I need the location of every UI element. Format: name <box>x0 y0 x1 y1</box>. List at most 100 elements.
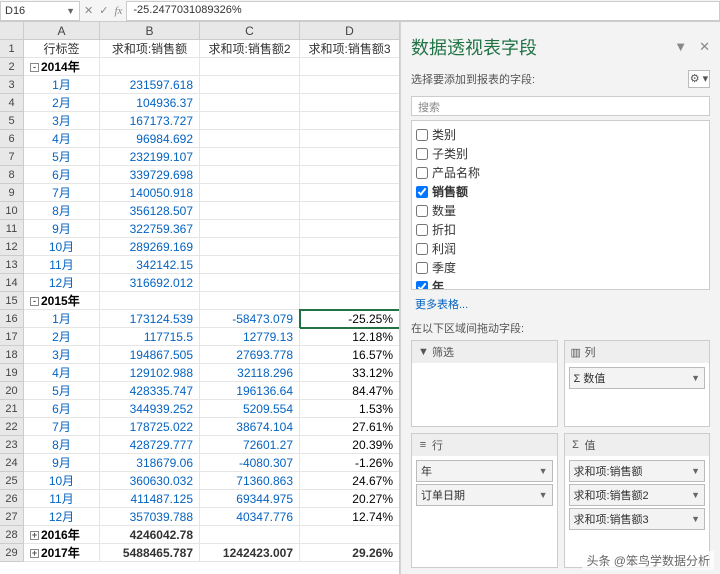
field-checkbox[interactable] <box>416 148 428 160</box>
collapse-icon[interactable]: - <box>30 297 39 306</box>
filter-area[interactable]: ▼筛选 <box>411 340 558 427</box>
row-header[interactable]: 11 <box>0 220 24 238</box>
cell[interactable] <box>200 130 300 148</box>
expand-icon[interactable]: + <box>30 531 39 540</box>
cell[interactable]: 3月 <box>24 112 100 130</box>
cell[interactable]: 5月 <box>24 148 100 166</box>
close-icon[interactable]: ✕ <box>699 39 710 55</box>
row-header[interactable]: 24 <box>0 454 24 472</box>
cell[interactable]: 8月 <box>24 202 100 220</box>
field-checkbox[interactable] <box>416 224 428 236</box>
cell[interactable]: 96984.692 <box>100 130 200 148</box>
row-header[interactable]: 4 <box>0 94 24 112</box>
area-chip[interactable]: 订单日期▼ <box>416 484 553 506</box>
row-header[interactable]: 7 <box>0 148 24 166</box>
cell[interactable]: 231597.618 <box>100 76 200 94</box>
group-row[interactable]: +2016年 <box>24 526 100 544</box>
cell[interactable]: -58473.079 <box>200 310 300 328</box>
cell[interactable]: 360630.032 <box>100 472 200 490</box>
cell[interactable]: 1月 <box>24 76 100 94</box>
cell[interactable]: 428729.777 <box>100 436 200 454</box>
cell[interactable]: 40347.776 <box>200 508 300 526</box>
cell[interactable]: -1.26% <box>300 454 400 472</box>
cell[interactable] <box>300 274 400 292</box>
field-item[interactable]: 数量 <box>414 201 707 220</box>
cell[interactable]: 10月 <box>24 472 100 490</box>
cell[interactable]: 20.27% <box>300 490 400 508</box>
field-item[interactable]: 季度 <box>414 258 707 277</box>
cell[interactable]: 428335.747 <box>100 382 200 400</box>
cell[interactable]: 27693.778 <box>200 346 300 364</box>
values-area[interactable]: Σ值 求和项:销售额▼求和项:销售额2▼求和项:销售额3▼ <box>564 433 711 568</box>
cell[interactable]: 72601.27 <box>200 436 300 454</box>
row-header[interactable]: 9 <box>0 184 24 202</box>
cell[interactable]: 20.39% <box>300 436 400 454</box>
cell[interactable]: 344939.252 <box>100 400 200 418</box>
cell[interactable]: 38674.104 <box>200 418 300 436</box>
cell[interactable]: 178725.022 <box>100 418 200 436</box>
field-item[interactable]: 子类别 <box>414 144 707 163</box>
cell[interactable] <box>200 202 300 220</box>
formula-input[interactable]: -25.2477031089326% <box>126 1 720 21</box>
cell[interactable] <box>200 112 300 130</box>
area-chip[interactable]: 年▼ <box>416 460 553 482</box>
cell[interactable]: 9月 <box>24 454 100 472</box>
cell[interactable]: 1月 <box>24 310 100 328</box>
row-header[interactable]: 25 <box>0 472 24 490</box>
row-header[interactable]: 5 <box>0 112 24 130</box>
spreadsheet[interactable]: ABCD1行标签求和项:销售额求和项:销售额2求和项:销售额32-2014年31… <box>0 22 400 574</box>
cell[interactable] <box>300 292 400 310</box>
row-header[interactable]: 22 <box>0 418 24 436</box>
cell[interactable]: 1242423.007 <box>200 544 300 562</box>
cell[interactable]: 5月 <box>24 382 100 400</box>
field-checkbox[interactable] <box>416 262 428 274</box>
field-checkbox[interactable] <box>416 243 428 255</box>
cell[interactable]: 173124.539 <box>100 310 200 328</box>
cell[interactable]: 11月 <box>24 256 100 274</box>
cell[interactable]: 2月 <box>24 328 100 346</box>
group-row[interactable]: +2017年 <box>24 544 100 562</box>
cell[interactable]: 411487.125 <box>100 490 200 508</box>
chevron-down-icon[interactable]: ▼ <box>691 514 700 524</box>
cell[interactable]: 7月 <box>24 418 100 436</box>
more-tables-link[interactable]: 更多表格... <box>411 294 710 314</box>
cell[interactable] <box>300 256 400 274</box>
chevron-down-icon[interactable]: ▼ <box>691 466 700 476</box>
cell[interactable]: 5488465.787 <box>100 544 200 562</box>
field-item[interactable]: 年 <box>414 277 707 290</box>
cell[interactable]: 316692.012 <box>100 274 200 292</box>
chevron-down-icon[interactable]: ▼ <box>539 466 548 476</box>
cell[interactable] <box>200 166 300 184</box>
cell[interactable] <box>200 220 300 238</box>
cell[interactable]: 342142.15 <box>100 256 200 274</box>
cancel-icon[interactable]: ✕ <box>84 4 93 17</box>
fx-icon[interactable]: fx <box>114 5 122 17</box>
cell[interactable]: 24.67% <box>300 472 400 490</box>
column-header[interactable]: B <box>100 22 200 40</box>
cell[interactable] <box>300 148 400 166</box>
cell[interactable]: 69344.975 <box>200 490 300 508</box>
chevron-down-icon[interactable]: ▼ <box>539 490 548 500</box>
cell[interactable]: 12.74% <box>300 508 400 526</box>
chevron-down-icon[interactable]: ▼ <box>674 39 687 55</box>
search-input[interactable]: 搜索 <box>411 96 710 116</box>
cell[interactable]: 4246042.78 <box>100 526 200 544</box>
cell[interactable]: 8月 <box>24 436 100 454</box>
rows-area[interactable]: ≡行 年▼订单日期▼ <box>411 433 558 568</box>
row-header[interactable]: 20 <box>0 382 24 400</box>
cell[interactable]: 117715.5 <box>100 328 200 346</box>
area-chip[interactable]: 求和项:销售额3▼ <box>569 508 706 530</box>
cell[interactable] <box>300 76 400 94</box>
cell[interactable]: 339729.698 <box>100 166 200 184</box>
cell[interactable]: 9月 <box>24 220 100 238</box>
cell[interactable] <box>300 202 400 220</box>
cell[interactable]: 16.57% <box>300 346 400 364</box>
row-header[interactable]: 15 <box>0 292 24 310</box>
cell[interactable] <box>200 148 300 166</box>
cell[interactable] <box>200 292 300 310</box>
cell[interactable]: 2月 <box>24 94 100 112</box>
confirm-icon[interactable]: ✓ <box>99 4 108 17</box>
area-chip[interactable]: 求和项:销售额2▼ <box>569 484 706 506</box>
area-chip[interactable]: 求和项:销售额▼ <box>569 460 706 482</box>
cell[interactable] <box>200 256 300 274</box>
